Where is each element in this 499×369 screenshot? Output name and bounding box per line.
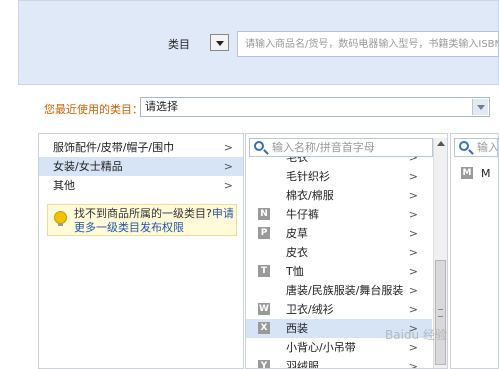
recent-categories-label: 您最近使用的类目： — [44, 103, 143, 116]
search-icon — [459, 141, 469, 151]
index-letter-badge: W — [258, 303, 270, 315]
level2-filter-placeholder: 输入名称/拼音首字母 — [272, 141, 375, 154]
chevron-right-icon: > — [223, 179, 233, 192]
level1-item[interactable]: 其他 > — [39, 176, 243, 195]
chevron-right-icon: > — [223, 160, 233, 173]
recent-categories-value: 请选择 — [145, 100, 178, 113]
level1-item[interactable]: 女装/女士精品 > — [39, 157, 243, 176]
lightbulb-icon — [54, 211, 67, 226]
index-letter-badge: X — [258, 322, 270, 334]
level3-category-list: M M — [451, 164, 491, 183]
level1-item-label: 其他 — [53, 179, 75, 192]
chevron-right-icon: > — [408, 189, 418, 202]
level1-category-list: 服饰配件/皮带/帽子/围巾 > 女装/女士精品 > 其他 > — [39, 134, 243, 195]
level2-item-label: 羽绒服 — [286, 360, 319, 369]
level2-item[interactable]: Y 羽绒服 > — [246, 357, 432, 369]
chevron-right-icon: > — [223, 141, 233, 154]
chevron-right-icon: > — [408, 170, 418, 183]
chevron-right-icon: > — [408, 265, 418, 278]
level2-item[interactable]: 棉衣/棉服 > — [246, 186, 432, 205]
chevron-right-icon: > — [408, 227, 418, 240]
level1-item[interactable]: 服饰配件/皮带/帽子/围巾 > — [39, 138, 243, 157]
level2-item-label: 牛仔裤 — [286, 208, 319, 221]
chevron-right-icon: > — [408, 284, 418, 297]
level3-category-pane: 输入 M M — [450, 133, 499, 369]
level2-item-label: 皮衣 — [286, 246, 308, 259]
index-letter-badge: M — [461, 167, 473, 179]
level1-category-pane: 服饰配件/皮带/帽子/围巾 > 女装/女士精品 > 其他 > 找不到商品所属的一… — [38, 133, 244, 369]
index-letter-badge: T — [258, 265, 270, 277]
level2-item[interactable]: P 皮草 > — [246, 224, 432, 243]
scroll-up-arrow-icon[interactable] — [437, 141, 445, 146]
level3-item[interactable]: M M — [451, 164, 491, 183]
level2-item[interactable]: 毛针织衫 > — [246, 167, 432, 186]
level2-item[interactable]: N 牛仔裤 > — [246, 205, 432, 224]
level3-filter-placeholder: 输入 — [477, 141, 498, 154]
level2-item-label: 小背心/小吊带 — [286, 341, 356, 354]
baidu-jingyan-watermark: Baidu 经验 — [385, 328, 447, 342]
search-icon — [254, 141, 264, 151]
level2-item-label: 卫衣/绒衫 — [286, 303, 334, 316]
index-letter-badge: Y — [258, 360, 270, 368]
recent-categories-select[interactable]: 请选择 — [140, 97, 490, 117]
level2-item-label: 西装 — [286, 322, 308, 335]
level1-item-label: 服饰配件/皮带/帽子/围巾 — [53, 141, 175, 154]
chevron-right-icon: > — [408, 246, 418, 259]
level2-item[interactable]: 唐装/民族服装/舞台服装 > — [246, 281, 432, 300]
chevron-right-icon: > — [408, 208, 418, 221]
category-select-label[interactable]: 类目 — [168, 36, 190, 52]
level2-item-label: 棉衣/棉服 — [286, 189, 334, 202]
missing-category-hint: 找不到商品所属的一级类目?申请更多一级类目发布权限 — [47, 204, 237, 236]
level2-filter-input[interactable]: 输入名称/拼音首字母 — [249, 138, 433, 157]
level2-item-label: T恤 — [286, 265, 304, 278]
level2-item-label: 毛针织衫 — [286, 170, 330, 183]
hint-text: 找不到商品所属的一级类目? — [74, 207, 212, 220]
level2-item[interactable]: 皮衣 > — [246, 243, 432, 262]
category-dropdown-button[interactable] — [210, 34, 229, 51]
scrollbar-thumb[interactable] — [435, 260, 446, 365]
chevron-right-icon: > — [408, 303, 418, 316]
level2-item[interactable]: W 卫衣/绒衫 > — [246, 300, 432, 319]
chevron-down-icon[interactable] — [472, 99, 488, 115]
product-search-input[interactable] — [237, 31, 499, 57]
chevron-right-icon: > — [408, 360, 418, 369]
level3-item-label: M — [481, 167, 491, 180]
index-letter-badge: N — [258, 208, 270, 220]
level1-item-label: 女装/女士精品 — [53, 160, 123, 173]
level2-item-label: 皮草 — [286, 227, 308, 240]
index-letter-badge: P — [258, 227, 270, 239]
level2-item[interactable]: T T恤 > — [246, 262, 432, 281]
level2-item-label: 唐装/民族服装/舞台服装 — [286, 284, 404, 297]
level3-filter-input[interactable]: 输入 — [454, 138, 498, 157]
